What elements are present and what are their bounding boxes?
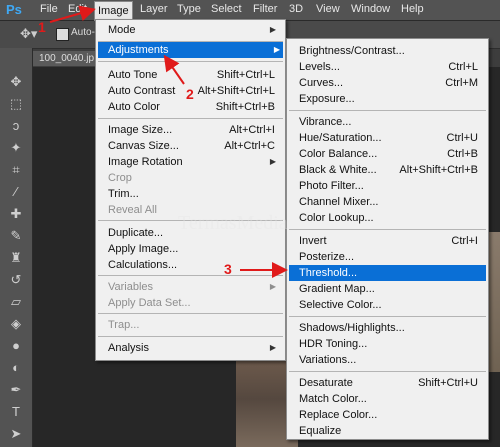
dodge-icon[interactable]: ◐: [8, 360, 24, 376]
menu-item-equalize[interactable]: Equalize: [299, 423, 478, 439]
menu-item-analysis[interactable]: Analysis ▶: [108, 340, 279, 356]
menu-item-trim[interactable]: Trim...: [108, 186, 275, 202]
step3-number: 3: [224, 261, 232, 277]
path-select-icon[interactable]: ➤: [8, 426, 24, 442]
clone-stamp-icon[interactable]: ♜: [8, 250, 24, 266]
document-tab[interactable]: 100_0040.jp: [33, 51, 101, 66]
menu-item-variations[interactable]: Variations...: [299, 352, 478, 368]
menu-window[interactable]: Window: [351, 3, 390, 15]
eyedropper-icon[interactable]: ⁄: [8, 184, 24, 200]
menu-item-match-color[interactable]: Match Color...: [299, 391, 478, 407]
marquee-icon[interactable]: ⬚: [8, 96, 24, 112]
menu-help[interactable]: Help: [401, 3, 424, 15]
menu-item-image-rotation[interactable]: Image Rotation ▶: [108, 154, 279, 170]
separator: [289, 316, 486, 317]
menu-item-variables: Variables ▶: [108, 281, 276, 293]
blur-icon[interactable]: ●: [8, 338, 24, 354]
menu-image[interactable]: Image: [94, 1, 133, 21]
menu-item-mode[interactable]: Mode ▶: [108, 22, 279, 38]
menu-item-posterize[interactable]: Posterize...: [299, 249, 478, 265]
step1-number: 1: [38, 19, 46, 35]
submenu-arrow-icon: ▶: [273, 45, 280, 54]
menu-edit[interactable]: Edit: [68, 3, 87, 15]
menu-item-levels[interactable]: Levels... Ctrl+L: [299, 59, 478, 75]
menu-item-hue-saturation[interactable]: Hue/Saturation... Ctrl+U: [299, 130, 478, 146]
tools-panel: ✥ ⬚ ↄ ✦ ⌗ ⁄ ✚ ✎ ♜ ↺ ▱ ◈ ● ◐ ✒ T ➤: [0, 48, 33, 447]
photoshop-logo: Ps: [6, 2, 22, 17]
type-tool-icon[interactable]: T: [8, 404, 24, 420]
menu-layer[interactable]: Layer: [140, 3, 168, 15]
menu-item-threshold[interactable]: Threshold...: [289, 265, 486, 281]
menu-file[interactable]: File: [40, 3, 58, 15]
menu-type[interactable]: Type: [177, 3, 201, 15]
menu-view[interactable]: View: [316, 3, 340, 15]
separator: [289, 229, 486, 230]
watermark-text: TermasMedia: [178, 212, 288, 234]
paint-bucket-icon[interactable]: ◈: [8, 316, 24, 332]
menu-item-photo-filter[interactable]: Photo Filter...: [299, 178, 478, 194]
menu-item-desaturate[interactable]: Desaturate Shift+Ctrl+U: [299, 375, 478, 391]
menu-item-apply-data-set: Apply Data Set...: [108, 297, 191, 309]
brush-icon[interactable]: ✎: [8, 228, 24, 244]
auto-select-label: Auto-: [71, 27, 95, 38]
menu-item-selective-color[interactable]: Selective Color...: [299, 297, 478, 313]
menu-item-hdr-toning[interactable]: HDR Toning...: [299, 336, 478, 352]
submenu-arrow-icon: ▶: [269, 282, 276, 291]
menu-item-black-white[interactable]: Black & White... Alt+Shift+Ctrl+B: [299, 162, 478, 178]
submenu-arrow-icon: ▶: [269, 25, 276, 34]
lasso-icon[interactable]: ↄ: [8, 118, 24, 134]
magic-wand-icon[interactable]: ✦: [8, 140, 24, 156]
separator: [98, 336, 283, 337]
history-brush-icon[interactable]: ↺: [8, 272, 24, 288]
menu-select[interactable]: Select: [211, 3, 242, 15]
crop-icon[interactable]: ⌗: [8, 162, 24, 178]
separator: [98, 118, 283, 119]
menu-item-shadows-highlights[interactable]: Shadows/Highlights...: [299, 320, 478, 336]
separator: [289, 110, 486, 111]
menu-item-replace-color[interactable]: Replace Color...: [299, 407, 478, 423]
menu-item-image-size[interactable]: Image Size... Alt+Ctrl+I: [108, 122, 275, 138]
move-tool-icon[interactable]: ✥▾: [20, 26, 37, 42]
pen-icon[interactable]: ✒: [8, 382, 24, 398]
image-menu: Mode ▶ Adjustments ▶ Auto Tone Shift+Ctr…: [95, 19, 286, 361]
menu-item-crop: Crop: [108, 172, 132, 184]
menu-bar: Ps File Edit Image Layer Type Select Fil…: [0, 0, 500, 21]
menu-filter[interactable]: Filter: [253, 3, 277, 15]
separator: [289, 371, 486, 372]
menu-item-exposure[interactable]: Exposure...: [299, 91, 478, 107]
menu-item-vibrance[interactable]: Vibrance...: [299, 114, 478, 130]
eraser-icon[interactable]: ▱: [8, 294, 24, 310]
auto-select-checkbox[interactable]: [56, 28, 69, 41]
menu-item-color-lookup[interactable]: Color Lookup...: [299, 210, 478, 226]
menu-item-curves[interactable]: Curves... Ctrl+M: [299, 75, 478, 91]
menu-item-canvas-size[interactable]: Canvas Size... Alt+Ctrl+C: [108, 138, 275, 154]
submenu-arrow-icon: ▶: [269, 343, 276, 352]
menu-item-apply-image[interactable]: Apply Image...: [108, 241, 275, 257]
separator: [98, 61, 283, 62]
step2-number: 2: [186, 86, 194, 102]
healing-brush-icon[interactable]: ✚: [8, 206, 24, 222]
menu-item-calculations[interactable]: Calculations...: [108, 257, 275, 273]
menu-item-invert[interactable]: Invert Ctrl+I: [299, 233, 478, 249]
menu-item-channel-mixer[interactable]: Channel Mixer...: [299, 194, 478, 210]
menu-item-brightness-contrast[interactable]: Brightness/Contrast...: [299, 43, 478, 59]
separator: [98, 275, 283, 276]
adjustments-submenu: Brightness/Contrast... Levels... Ctrl+L …: [286, 38, 489, 440]
submenu-arrow-icon: ▶: [269, 157, 276, 166]
menu-item-auto-tone[interactable]: Auto Tone Shift+Ctrl+L: [108, 67, 275, 83]
menu-item-color-balance[interactable]: Color Balance... Ctrl+B: [299, 146, 478, 162]
move-icon[interactable]: ✥: [8, 74, 24, 90]
menu-item-gradient-map[interactable]: Gradient Map...: [299, 281, 478, 297]
menu-3d[interactable]: 3D: [289, 3, 303, 15]
separator: [98, 313, 283, 314]
menu-item-adjustments[interactable]: Adjustments ▶: [98, 42, 283, 58]
menu-item-trap: Trap...: [108, 319, 140, 331]
